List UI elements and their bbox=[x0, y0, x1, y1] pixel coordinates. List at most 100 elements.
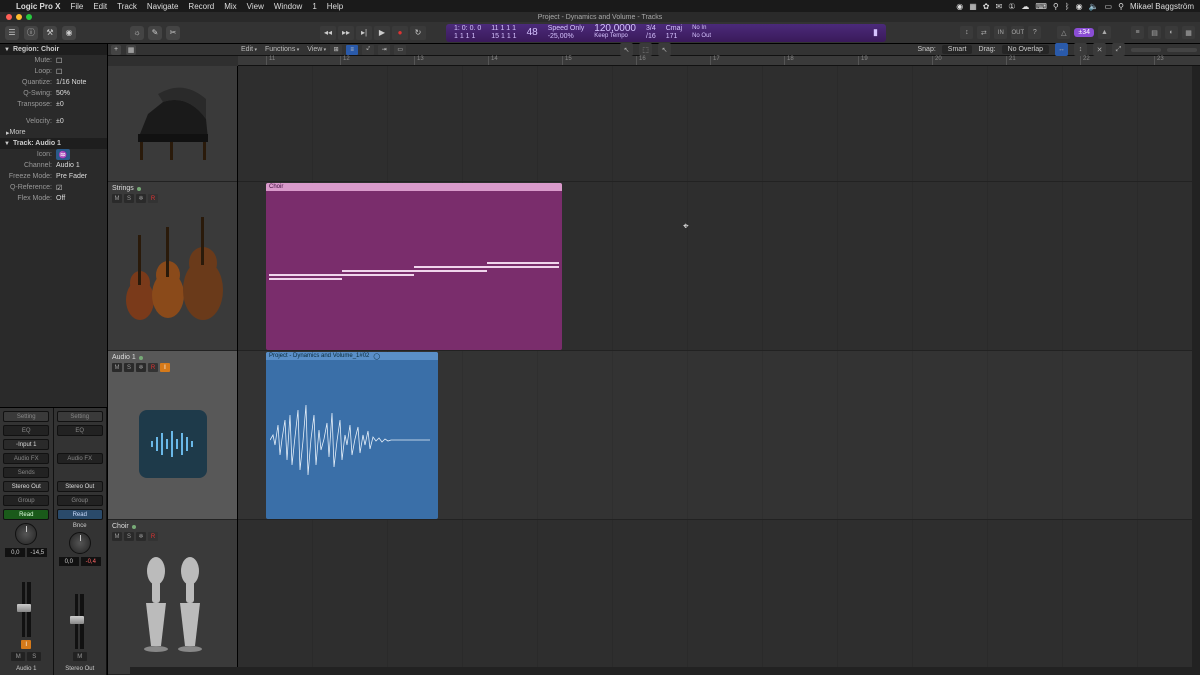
audiofx-slot[interactable]: Audio FX bbox=[3, 453, 49, 464]
lcd-tempo-mode[interactable]: Keep Tempo bbox=[594, 33, 636, 40]
smart-controls-button[interactable]: ◉ bbox=[62, 26, 76, 40]
lcd-tempo[interactable]: 120,0000 bbox=[594, 25, 636, 32]
tuner-button[interactable]: ? bbox=[1028, 26, 1041, 39]
zoom-slider-h[interactable] bbox=[1131, 48, 1161, 52]
waveform-zoom-button[interactable]: ✕ bbox=[1093, 43, 1106, 56]
track-header-piano[interactable] bbox=[108, 66, 237, 182]
output-slot[interactable]: Stereo Out bbox=[3, 481, 49, 492]
flex-button[interactable]: ⤦ bbox=[362, 45, 374, 55]
inspector-button[interactable]: ⓘ bbox=[24, 26, 38, 40]
close-icon[interactable] bbox=[6, 14, 12, 20]
menu-view[interactable]: View bbox=[247, 2, 264, 11]
rec-enable-button[interactable]: R bbox=[148, 363, 158, 372]
low-latency-button[interactable]: ⇄ bbox=[977, 26, 990, 39]
track-header-choir[interactable]: Choir M S ❄ R bbox=[108, 520, 237, 675]
input-monitor-button[interactable]: I bbox=[160, 363, 170, 372]
menu-window[interactable]: Window bbox=[274, 2, 302, 11]
setting-slot[interactable]: Setting bbox=[3, 411, 49, 422]
automation-button[interactable]: ≡ bbox=[346, 45, 358, 55]
master-volume-icon[interactable]: ▲ bbox=[1098, 26, 1111, 39]
flex-value[interactable]: Off bbox=[56, 195, 65, 202]
grid-icon[interactable]: ⊞ bbox=[330, 45, 342, 55]
freeze-button[interactable]: ❄ bbox=[136, 194, 146, 203]
cycle-button[interactable]: ↻ bbox=[410, 26, 426, 40]
menu-edit[interactable]: Edit bbox=[93, 2, 107, 11]
zoom-icon[interactable] bbox=[26, 14, 32, 20]
bounce-label[interactable]: Bnce bbox=[73, 523, 87, 529]
automation-mode[interactable]: Read bbox=[57, 509, 103, 520]
user-name[interactable]: Mikael Baggström bbox=[1130, 2, 1194, 11]
volume-fader[interactable] bbox=[22, 582, 25, 637]
snap-value[interactable]: Smart bbox=[942, 45, 973, 54]
input-slot[interactable]: ◦ Input 1 bbox=[3, 439, 49, 450]
setting-slot[interactable]: Setting bbox=[57, 411, 103, 422]
view-menu[interactable]: View bbox=[307, 46, 326, 53]
loops-button[interactable]: ◐ bbox=[1165, 26, 1178, 39]
qswing-value[interactable]: 50% bbox=[56, 90, 70, 97]
toolbar-button[interactable]: ⚒ bbox=[43, 26, 57, 40]
input-monitor-button[interactable]: I bbox=[21, 640, 31, 649]
mute-checkbox[interactable]: ☐ bbox=[56, 57, 62, 65]
solo-button[interactable]: S bbox=[124, 363, 134, 372]
play-button[interactable]: ▶ bbox=[374, 26, 390, 40]
track-lane[interactable] bbox=[238, 66, 1192, 182]
zoom-h-button[interactable]: ↔ bbox=[1055, 43, 1068, 56]
list-editors-button[interactable]: ≡ bbox=[1131, 26, 1144, 39]
lcd-key[interactable]: Cmaj bbox=[666, 25, 682, 32]
qref-checkbox[interactable]: ☑ bbox=[56, 184, 62, 192]
mute-button[interactable]: M bbox=[112, 532, 122, 541]
track-icon-button[interactable]: ♒ bbox=[56, 149, 70, 160]
horizontal-scrollbar[interactable] bbox=[130, 667, 1200, 675]
link-button[interactable]: ▭ bbox=[394, 45, 406, 55]
volume-fader[interactable] bbox=[75, 594, 78, 649]
mute-button[interactable]: M bbox=[73, 652, 87, 661]
arrange-area[interactable]: Choir Project - Dynamics and Volume_ bbox=[238, 66, 1192, 675]
functions-menu[interactable]: Functions bbox=[265, 46, 299, 53]
lcd-key2[interactable]: 171 bbox=[666, 33, 682, 40]
menu-record[interactable]: Record bbox=[188, 2, 214, 11]
out-button[interactable]: OUT bbox=[1011, 26, 1024, 39]
eq-slot[interactable]: EQ bbox=[3, 425, 49, 436]
lcd-locator-r[interactable]: 15 1 1 1 bbox=[491, 33, 516, 40]
marquee-tool[interactable]: ⬚ bbox=[639, 43, 652, 56]
menu-screenset[interactable]: 1 bbox=[312, 2, 316, 11]
group-slot[interactable]: Group bbox=[3, 495, 49, 506]
solo-button[interactable]: S bbox=[27, 652, 41, 661]
solo-button[interactable]: S bbox=[124, 532, 134, 541]
pan-knob[interactable] bbox=[69, 532, 91, 554]
freeze-button[interactable]: ❄ bbox=[136, 532, 146, 541]
quantize-value[interactable]: 1/16 Note bbox=[56, 79, 86, 86]
forward-button[interactable]: ▸▸ bbox=[338, 26, 354, 40]
catch-button[interactable]: ⇥ bbox=[378, 45, 390, 55]
minimize-icon[interactable] bbox=[16, 14, 22, 20]
vol-readout[interactable]: 0,0 bbox=[5, 548, 25, 557]
track-lane[interactable] bbox=[238, 520, 1192, 675]
audiofx-slot[interactable]: Audio FX bbox=[57, 453, 103, 464]
lcd-beats[interactable]: 1 1 1 1 bbox=[454, 33, 481, 40]
library-button[interactable]: ☰ bbox=[5, 26, 19, 40]
menu-mix[interactable]: Mix bbox=[224, 2, 236, 11]
region-inspector-header[interactable]: ▼Region: Choir bbox=[0, 44, 107, 55]
stop-button[interactable]: ▸| bbox=[356, 26, 372, 40]
sends-slot[interactable]: Sends bbox=[3, 467, 49, 478]
menu-navigate[interactable]: Navigate bbox=[147, 2, 179, 11]
add-track-button[interactable]: + bbox=[111, 45, 121, 55]
zoom-v-button[interactable]: ↕ bbox=[1074, 43, 1087, 56]
in-button[interactable]: IN bbox=[994, 26, 1007, 39]
automation-mode[interactable]: Read bbox=[3, 509, 49, 520]
mute-button[interactable]: M bbox=[11, 652, 25, 661]
menu-help[interactable]: Help bbox=[327, 2, 343, 11]
vertical-scrollbar[interactable] bbox=[1192, 66, 1200, 675]
rewind-button[interactable]: ◂◂ bbox=[320, 26, 336, 40]
bar-ruler[interactable]: 11 12 13 14 15 16 17 18 19 20 21 22 23 bbox=[238, 56, 1200, 66]
rec-enable-button[interactable]: R bbox=[148, 532, 158, 541]
drag-value[interactable]: No Overlap bbox=[1002, 45, 1049, 54]
app-name[interactable]: Logic Pro X bbox=[16, 2, 60, 11]
editor-button[interactable]: ✎ bbox=[148, 26, 162, 40]
track-header-strings[interactable]: Strings M S ❄ R bbox=[108, 182, 237, 351]
output-slot[interactable]: Stereo Out bbox=[57, 481, 103, 492]
vol-readout[interactable]: 0,0 bbox=[59, 557, 79, 566]
midi-region-choir[interactable]: Choir bbox=[266, 183, 562, 350]
lcd-locator-l[interactable]: 11 1 1 1 bbox=[491, 25, 516, 32]
mute-button[interactable]: M bbox=[112, 194, 122, 203]
